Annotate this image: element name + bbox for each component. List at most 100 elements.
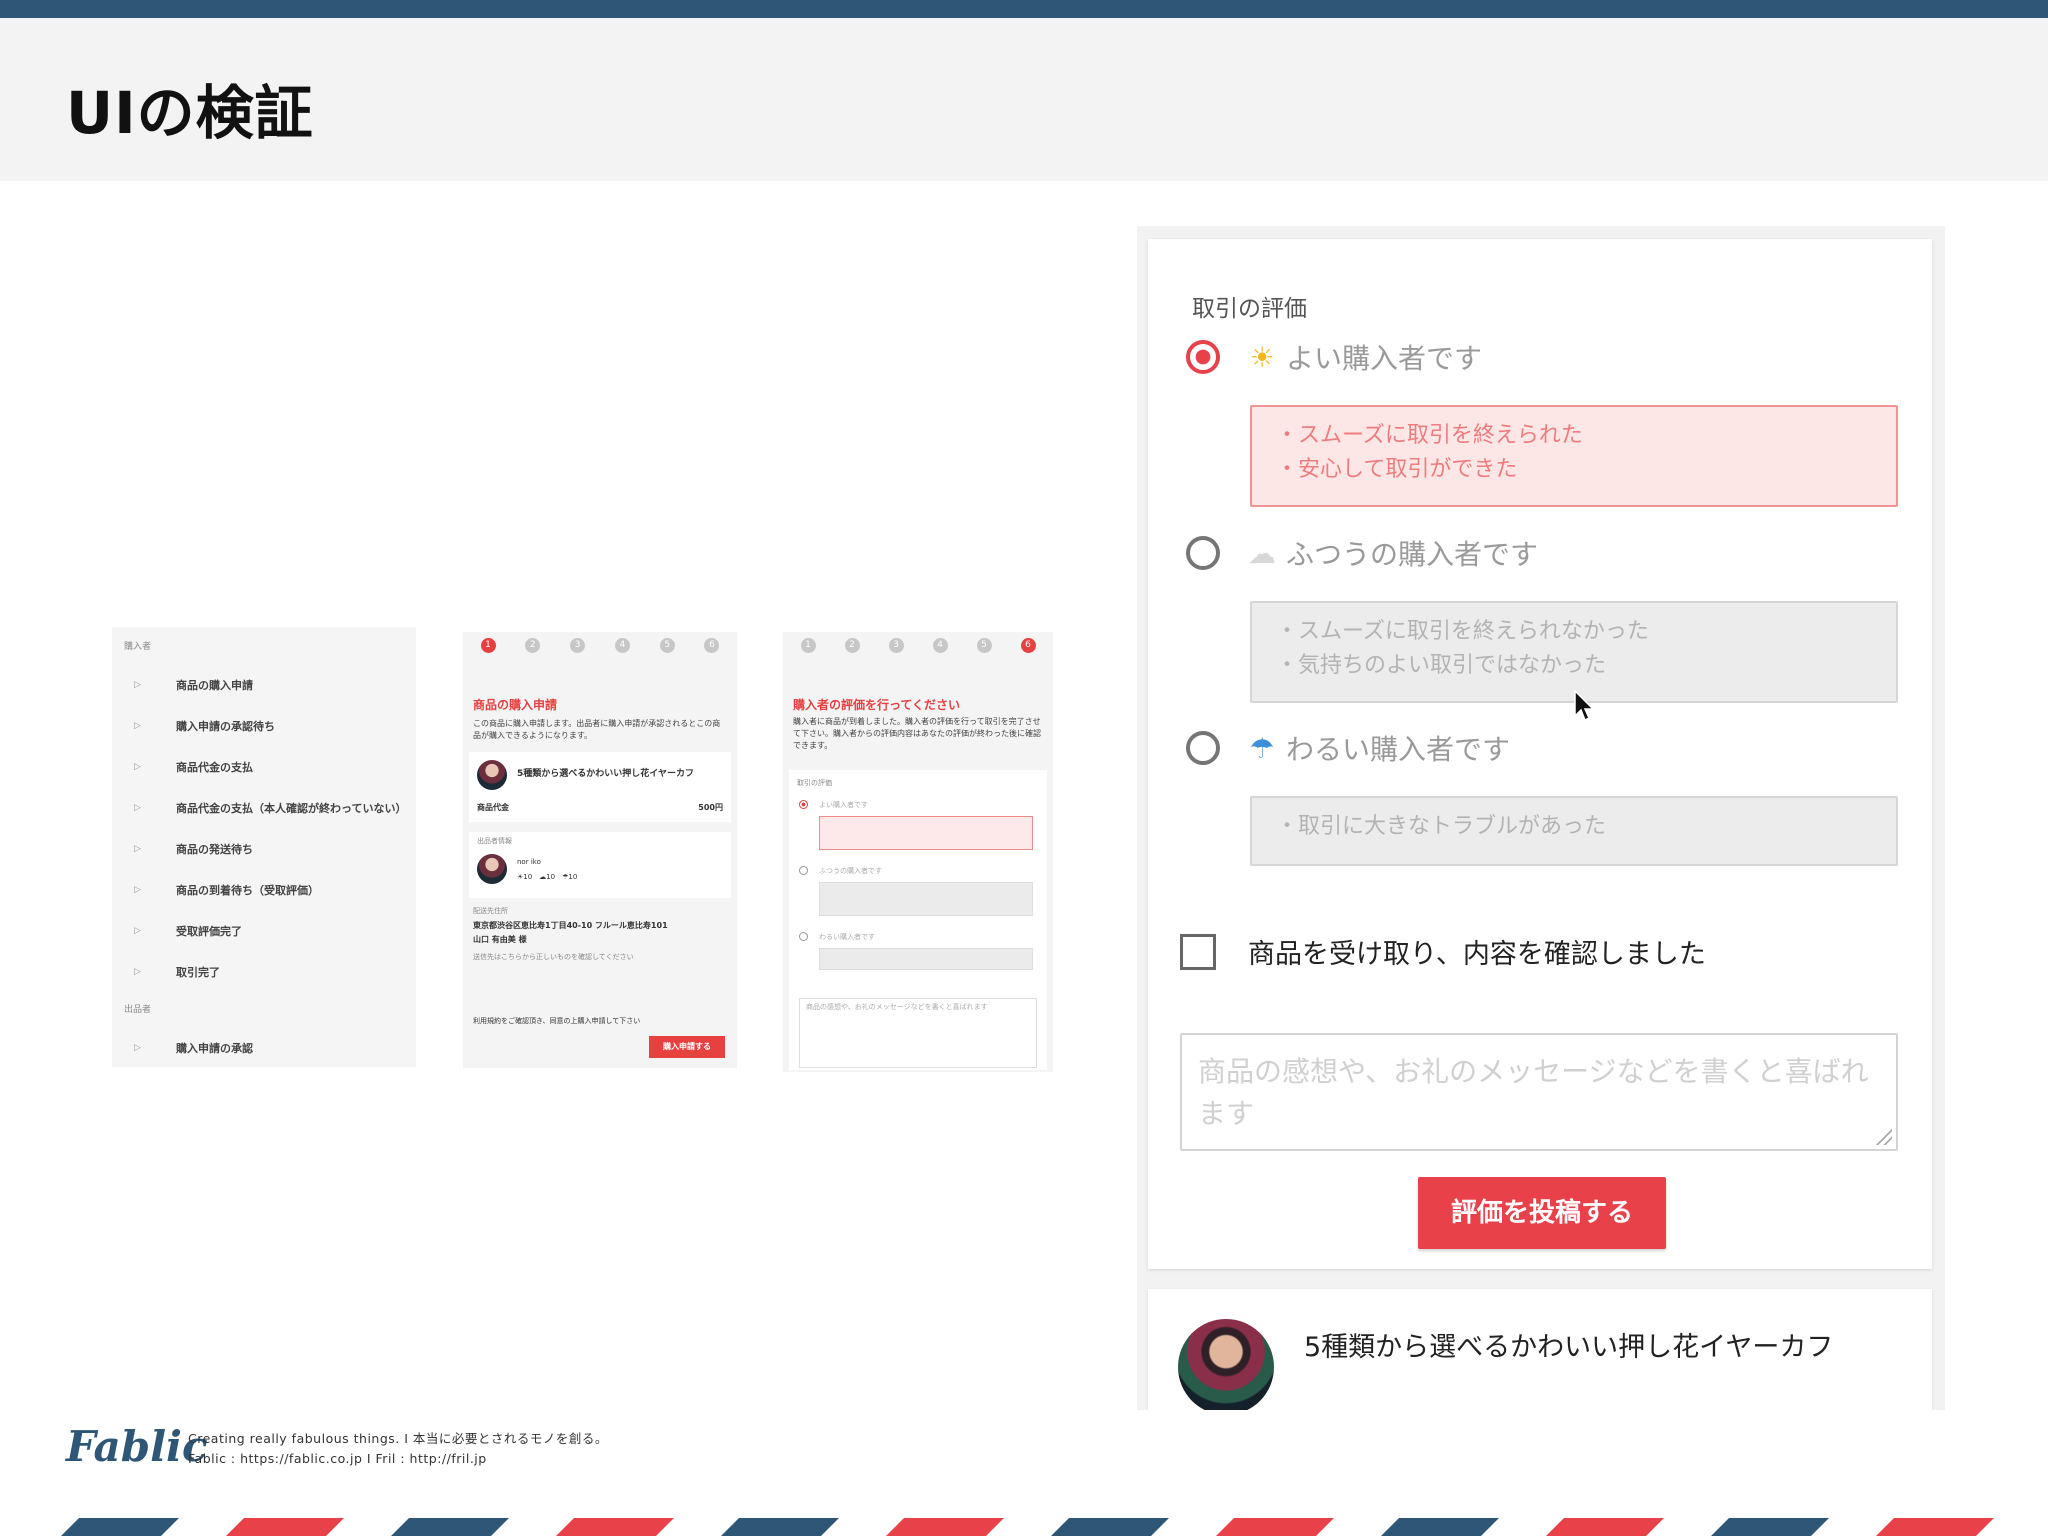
mini-item-name: 5種類から選べるかわいい押し花イヤーカフ [517,769,694,779]
umbrella-icon: ☂ [1249,731,1275,765]
mini-recipient: 山口 有由美 様 [473,935,527,944]
progress-steps: 1 2 3 4 5 6 [793,638,1043,653]
mini-item-card: 5種類から選べるかわいい押し花イヤーカフ 商品代金 500円 [469,752,731,822]
radio-good[interactable] [1186,340,1220,374]
nav-item[interactable]: ▷ 商品代金の支払（本人確認が終わっていない） [134,797,410,819]
nav-item[interactable]: ▷ 商品の到着待ち（受取評価） [134,879,410,901]
step-dot: 2 [837,638,867,653]
radio-bad[interactable] [1186,731,1220,765]
option-bad-label: わるい購入者です [1286,733,1511,766]
option-normal[interactable]: ☁ ふつうの購入者です [1186,533,1538,573]
mouse-cursor-icon [1574,689,1595,722]
stripe-segment [61,1518,179,1536]
received-checkbox[interactable] [1180,933,1216,970]
item-card: 5種類から選べるかわいい押し花イヤーカフ [1148,1289,1932,1410]
item-avatar [1178,1319,1274,1410]
option-bad-description: ・取引に大きなトラブルがあった [1250,796,1898,866]
stripe-segment [1711,1518,1829,1536]
option-normal-description: ・スムーズに取引を終えられなかった ・気持ちのよい取引ではなかった [1250,601,1898,703]
item-name: 5種類から選べるかわいい押し花イヤーカフ [1304,1332,1834,1363]
nav-section-label: 購入者 [124,642,152,652]
option-normal-label: ふつうの購入者です [1286,538,1539,571]
step-dot: 4 [925,638,955,653]
received-confirmation[interactable]: 商品を受け取り、内容を確認しました [1180,932,1706,971]
mini-seller-name: nor iko [517,858,541,866]
step-dot: 3 [563,638,593,653]
step-dot: 1 [473,638,503,653]
mini-normal-label: ふつうの購入者です [819,867,882,875]
avatar [477,760,507,790]
cloud-icon: ☁ [1248,536,1276,570]
fablic-logo: Fablic [66,1422,208,1471]
play-icon: ▷ [134,844,141,854]
avatar [477,854,507,884]
step-dot: 6 [1013,638,1043,653]
mini-seller-label: 出品者情報 [477,837,512,845]
nav-item[interactable]: ▷ 取引完了 [134,961,410,983]
review-form-card: 取引の評価 ☀ よい購入者です ・スムーズに取引を終えられた ・安心して取引がで… [1148,239,1932,1269]
play-icon: ▷ [134,885,141,895]
mini-section-label: 取引の評価 [797,779,832,787]
stripe-segment [226,1518,344,1536]
play-icon: ▷ [134,1043,141,1053]
play-icon: ▷ [134,762,141,772]
mini-good-label: よい購入者です [819,801,868,809]
stripe-segment [1876,1518,1994,1536]
option-good-description: ・スムーズに取引を終えられた ・安心して取引ができた [1250,405,1898,507]
submit-review-button[interactable]: 評価を投稿する [1418,1177,1666,1249]
resize-handle-icon[interactable] [1874,1127,1892,1145]
mini-desc: この商品に購入申請します。出品者に購入申請が承認されるとこの商品が購入できるよう… [473,719,721,740]
play-icon: ▷ [134,680,141,690]
mini-address: 東京都渋谷区恵比寿1丁目40-10 フルール恵比寿101 [473,921,668,930]
step-dot: 1 [793,638,823,653]
mini-terms: 利用規約をご確認頂き、同意の上購入申請して下さい [473,1017,641,1025]
stripe-segment [1546,1518,1664,1536]
play-icon: ▷ [134,803,141,813]
mini-comment-box[interactable]: 商品の感想や、お礼のメッセージなどを書くと喜ばれます [799,998,1037,1068]
step-dot: 4 [607,638,637,653]
play-icon: ▷ [134,967,141,977]
option-good[interactable]: ☀ よい購入者です [1186,337,1482,377]
radio-bad[interactable] [799,932,808,941]
purchase-request-button[interactable]: 購入申請する [649,1036,725,1058]
play-icon: ▷ [134,926,141,936]
stripe-segment [1216,1518,1334,1536]
step-dot: 5 [969,638,999,653]
radio-normal[interactable] [799,866,808,875]
slide-header: UIの検証 [0,18,2048,181]
nav-item[interactable]: ▷ 購入申請の承認待ち [134,715,410,737]
option-bad[interactable]: ☂ わるい購入者です [1186,728,1510,768]
mini-price-label: 商品代金 [477,803,509,812]
page-title: UIの検証 [66,79,314,147]
mini-shipping-label: 配送先住所 [473,907,508,915]
comment-textarea[interactable]: 商品の感想や、お礼のメッセージなどを書くと喜ばれます [1180,1033,1898,1151]
thumbnail-buyer-review: 1 2 3 4 5 6 購入者の評価を行ってください 購入者に商品が到着しました… [783,632,1053,1072]
stripe-segment [1051,1518,1169,1536]
mini-ratings: ☀10 ☁10 ☂10 [517,873,578,881]
step-dot: 5 [652,638,682,653]
mini-bad-label: わるい購入者です [819,933,875,941]
review-form-title: 取引の評価 [1192,296,1307,322]
radio-normal[interactable] [1186,536,1220,570]
mini-seller-card: 出品者情報 nor iko ☀10 ☁10 ☂10 [469,832,731,898]
step-dot: 6 [697,638,727,653]
sun-icon: ☀ [1249,340,1275,374]
radio-good[interactable] [799,800,808,809]
progress-steps: 1 2 3 4 5 6 [473,638,727,653]
stripe-segment [556,1518,674,1536]
nav-item[interactable]: ▷ 商品代金の支払 [134,756,410,778]
nav-item[interactable]: ▷ 商品の購入申請 [134,674,410,696]
comment-placeholder: 商品の感想や、お礼のメッセージなどを書くと喜ばれます [1198,1055,1869,1130]
option-good-label: よい購入者です [1286,342,1483,375]
stripe-segment [886,1518,1004,1536]
mini-title: 購入者の評価を行ってください [793,698,961,712]
nav-item[interactable]: ▷ 商品の発送待ち [134,838,410,860]
nav-item[interactable]: ▷ 購入申請の承認 [134,1037,410,1059]
thumbnail-purchase-request: 1 2 3 4 5 6 商品の購入申請 この商品に購入申請します。出品者に購入申… [463,632,737,1068]
mini-title: 商品の購入申請 [473,698,558,712]
stripe-segment [1381,1518,1499,1536]
nav-section-label: 出品者 [124,1005,152,1015]
mini-desc: 購入者に商品が到着しました。購入者の評価を行って取引を完了させて下さい。購入者か… [793,717,1041,750]
mini-good-box [819,816,1033,850]
nav-item[interactable]: ▷ 受取評価完了 [134,920,410,942]
